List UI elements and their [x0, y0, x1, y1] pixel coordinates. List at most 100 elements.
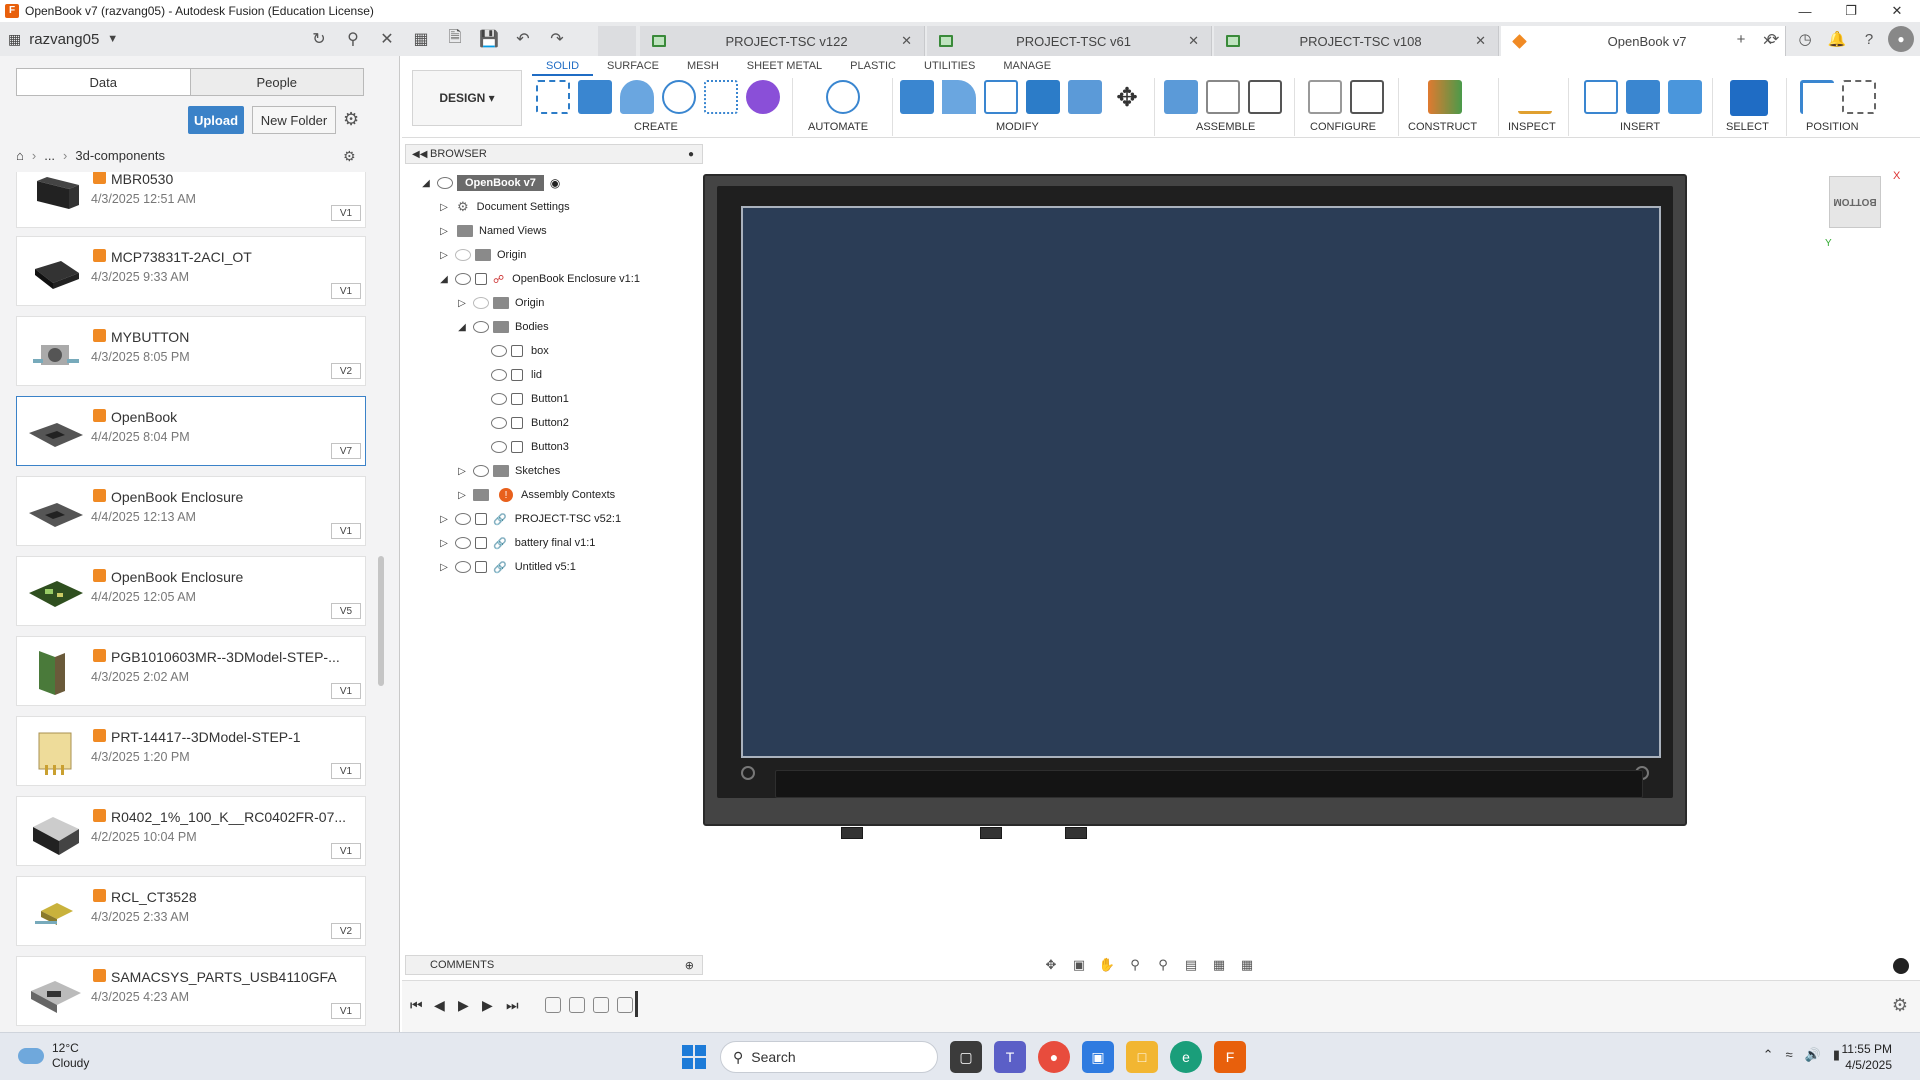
list-item[interactable]: OpenBook 4/4/2025 8:04 PM V7: [16, 396, 366, 466]
visibility-icon[interactable]: [437, 177, 453, 189]
upload-button[interactable]: Upload: [188, 106, 244, 134]
new-component-icon[interactable]: [1164, 80, 1198, 114]
refresh-icon[interactable]: ↻: [305, 25, 333, 53]
visibility-icon[interactable]: [455, 513, 471, 525]
tree-item-named-views[interactable]: ▷ Named Views: [437, 220, 547, 242]
visibility-off-icon[interactable]: [473, 297, 489, 309]
look-at-icon[interactable]: ▣: [1068, 956, 1090, 974]
version-dropdown[interactable]: V1: [331, 683, 361, 699]
collapse-panel-icon[interactable]: ◀◀: [412, 149, 427, 160]
list-item[interactable]: MCP73831T-2ACI_OT 4/3/2025 9:33 AM V1: [16, 236, 366, 306]
tab-project-tsc-v122[interactable]: PROJECT-TSC v122 ✕: [640, 26, 925, 56]
tab-plastic[interactable]: PLASTIC: [836, 58, 910, 76]
tree-root[interactable]: ◢ OpenBook v7 ◉: [419, 172, 560, 194]
version-dropdown[interactable]: V1: [331, 523, 361, 539]
list-item[interactable]: MBR0530 4/3/2025 12:51 AM V1: [16, 172, 366, 228]
tree-item-document-settings[interactable]: ▷ ⚙ Document Settings: [437, 196, 569, 218]
expand-icon[interactable]: ▷: [437, 224, 451, 238]
version-dropdown[interactable]: V1: [331, 205, 361, 221]
expand-icon[interactable]: ▷: [455, 464, 469, 478]
version-dropdown[interactable]: V1: [331, 1003, 361, 1019]
tree-item-untitled[interactable]: ▷ 🔗 Untitled v5:1: [437, 556, 576, 578]
visibility-icon[interactable]: [491, 417, 507, 429]
version-dropdown[interactable]: V2: [331, 923, 361, 939]
close-tab-icon[interactable]: ✕: [901, 33, 912, 49]
close-tab-icon[interactable]: ✕: [1475, 33, 1486, 49]
minimize-button[interactable]: —: [1782, 0, 1828, 22]
search-icon[interactable]: ⚲: [339, 25, 367, 53]
pin-icon[interactable]: ●: [688, 149, 694, 160]
collapse-icon[interactable]: ◢: [419, 176, 433, 190]
breadcrumb-folder[interactable]: 3d-components: [75, 148, 165, 163]
pan-icon[interactable]: ✋: [1096, 956, 1118, 974]
visibility-icon[interactable]: [491, 369, 507, 381]
task-view-icon[interactable]: ▢: [950, 1041, 982, 1073]
bom-icon[interactable]: [1248, 80, 1282, 114]
fit-icon[interactable]: ⚲: [1152, 956, 1174, 974]
browser-panel-header[interactable]: ◀◀ BROWSER ●: [405, 144, 703, 164]
workspace-switcher[interactable]: DESIGN ▾: [412, 70, 522, 126]
expand-icon[interactable]: ▷: [437, 560, 451, 574]
grid-menu-icon[interactable]: ▦: [407, 25, 435, 53]
edge-icon[interactable]: e: [1170, 1041, 1202, 1073]
tree-item-bodies[interactable]: ◢ Bodies: [455, 316, 549, 338]
gear-icon[interactable]: ⚙: [343, 109, 359, 130]
list-item[interactable]: MYBUTTON 4/3/2025 8:05 PM V2: [16, 316, 366, 386]
timeline-play-icon[interactable]: ▶: [458, 997, 469, 1014]
tab-project-tsc-v61[interactable]: PROJECT-TSC v61 ✕: [927, 26, 1212, 56]
collapse-icon[interactable]: ◢: [455, 320, 469, 334]
insert-component-icon[interactable]: [1626, 80, 1660, 114]
timeline-first-icon[interactable]: ⏮: [410, 997, 423, 1014]
tab-data[interactable]: Data: [17, 69, 191, 95]
model-button[interactable]: [980, 827, 1002, 839]
version-dropdown[interactable]: V1: [331, 283, 361, 299]
move-icon[interactable]: ✥: [1110, 80, 1144, 114]
maximize-button[interactable]: ❐: [1828, 0, 1874, 22]
wifi-icon[interactable]: ≈: [1786, 1047, 1793, 1063]
new-tab-icon[interactable]: +: [1728, 26, 1754, 52]
tree-item-body-lid[interactable]: lid: [487, 364, 542, 386]
version-dropdown[interactable]: V2: [331, 363, 361, 379]
tree-item-origin[interactable]: ▷ Origin: [437, 244, 526, 266]
chamfer-icon[interactable]: [984, 80, 1018, 114]
shell-icon[interactable]: [1026, 80, 1060, 114]
tree-item-origin[interactable]: ▷ Origin: [455, 292, 544, 314]
group-modify[interactable]: MODIFY: [996, 121, 1039, 133]
tab-sheet-metal[interactable]: SHEET METAL: [733, 58, 836, 76]
model-button[interactable]: [1065, 827, 1087, 839]
pattern-icon[interactable]: [704, 80, 738, 114]
collapse-icon[interactable]: ◢: [437, 272, 451, 286]
start-button[interactable]: [682, 1045, 706, 1069]
timeline-feature[interactable]: [617, 997, 633, 1013]
comments-panel[interactable]: COMMENTS ⊕: [405, 955, 703, 975]
volume-icon[interactable]: 🔊: [1805, 1047, 1821, 1063]
tree-item-assembly-contexts[interactable]: ▷ ! Assembly Contexts: [455, 484, 615, 506]
job-status-icon[interactable]: ◷: [1792, 26, 1818, 52]
form-icon[interactable]: [746, 80, 780, 114]
close-tab-icon[interactable]: ✕: [1188, 33, 1199, 49]
group-inspect[interactable]: INSPECT: [1508, 121, 1556, 133]
timeline-marker[interactable]: [635, 991, 638, 1017]
zoom-icon[interactable]: ⚲: [1124, 956, 1146, 974]
tree-item-enclosure[interactable]: ◢ ☍ OpenBook Enclosure v1:1: [437, 268, 640, 290]
visibility-icon[interactable]: [455, 561, 471, 573]
model-openbook-enclosure[interactable]: [703, 174, 1687, 826]
tab-manage[interactable]: MANAGE: [989, 58, 1065, 76]
group-construct[interactable]: CONSTRUCT: [1408, 121, 1477, 133]
redo-icon[interactable]: ↷: [543, 25, 571, 53]
close-panel-icon[interactable]: ✕: [373, 25, 401, 53]
tree-item-project-tsc[interactable]: ▷ 🔗 PROJECT-TSC v52:1: [437, 508, 621, 530]
breadcrumb-more[interactable]: ...: [44, 148, 55, 163]
timeline-feature[interactable]: [593, 997, 609, 1013]
expand-icon[interactable]: ▷: [437, 248, 451, 262]
tab-project-tsc-v108[interactable]: PROJECT-TSC v108 ✕: [1214, 26, 1499, 56]
weather-widget[interactable]: 12°C Cloudy: [18, 1041, 89, 1071]
visibility-icon[interactable]: [491, 345, 507, 357]
scrollbar[interactable]: [378, 556, 384, 686]
list-item[interactable]: PGB1010603MR--3DModel-STEP-... 4/3/2025 …: [16, 636, 366, 706]
visibility-icon[interactable]: [455, 537, 471, 549]
tab-people[interactable]: People: [190, 69, 363, 95]
taskbar-search[interactable]: ⚲ Search: [720, 1041, 938, 1073]
save-icon[interactable]: 💾: [475, 25, 503, 53]
timeline-feature[interactable]: [569, 997, 585, 1013]
